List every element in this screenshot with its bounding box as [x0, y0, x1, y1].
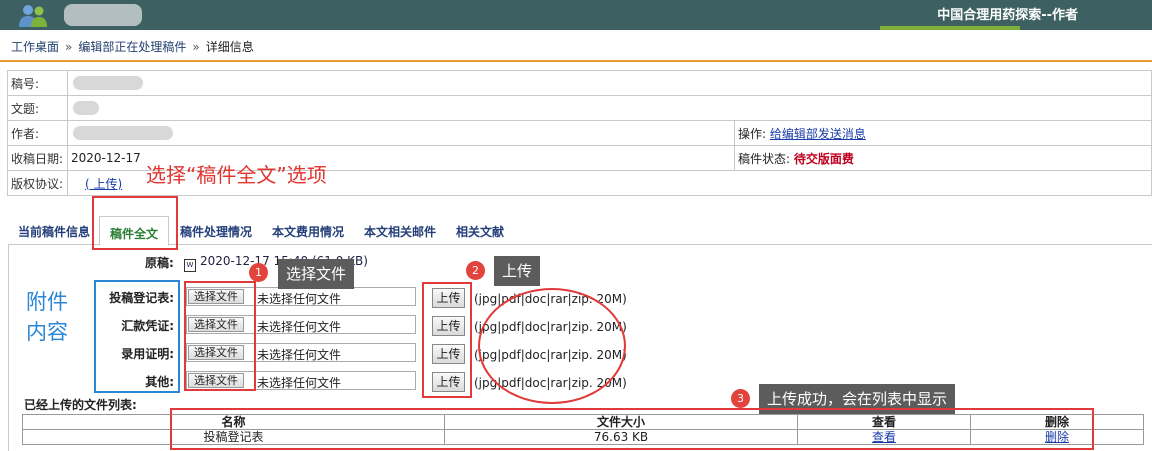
tab-fees[interactable]: 本文费用情况 — [272, 223, 344, 240]
author-value — [67, 120, 735, 146]
highlight-choose-box — [184, 281, 256, 391]
status-label: 稿件状态: — [738, 151, 791, 166]
tab-bar: 当前稿件信息 稿件全文 稿件处理情况 本文费用情况 本文相关邮件 相关文献 — [8, 212, 1152, 246]
uploaded-list-title: 已经上传的文件列表: — [24, 398, 137, 412]
no-file-text: 未选择任何文件 — [257, 348, 342, 362]
highlight-labels-box — [94, 280, 180, 393]
title-value — [67, 95, 1152, 121]
tab-current-info[interactable]: 当前稿件信息 — [18, 223, 90, 240]
breadcrumb-separator: » — [65, 40, 73, 54]
no-file-text: 未选择任何文件 — [257, 376, 342, 390]
divider — [0, 60, 1152, 62]
received-date-label: 收稿日期: — [7, 145, 68, 171]
tab-emails[interactable]: 本文相关邮件 — [364, 223, 436, 240]
document-icon: W — [184, 259, 196, 272]
step-1-badge: 1 — [249, 263, 268, 282]
step-3-badge: 3 — [731, 389, 750, 408]
annotation-attachments-line2: 内容 — [26, 320, 68, 344]
copyright-upload-link[interactable]: ( 上传) — [85, 177, 122, 191]
no-file-text: 未选择任何文件 — [257, 320, 342, 334]
copyright-label: 版权协议: — [7, 170, 68, 196]
annotation-attachments-line1: 附件 — [26, 290, 68, 314]
manuscript-no-value — [67, 70, 1152, 96]
breadcrumb-workdesk[interactable]: 工作桌面 — [11, 40, 59, 54]
top-banner: 中国合理用药探索--作者 — [0, 0, 1152, 30]
users-icon — [16, 2, 50, 28]
breadcrumb-separator: » — [192, 40, 200, 54]
system-title: 中国合理用药探索--作者 — [937, 8, 1078, 23]
highlight-tab-box — [92, 196, 178, 250]
highlight-format-ellipse — [478, 288, 626, 404]
send-message-link[interactable]: 给编辑部发送消息 — [770, 127, 866, 141]
tab-processing[interactable]: 稿件处理情况 — [180, 223, 252, 240]
annotation-select-tab: 选择“稿件全文”选项 — [146, 163, 327, 187]
breadcrumb-processing[interactable]: 编辑部正在处理稿件 — [78, 40, 186, 54]
tab-references[interactable]: 相关文献 — [456, 223, 504, 240]
status-cell: 稿件状态: 待交版面费 — [734, 145, 1152, 171]
author-label: 作者: — [7, 120, 68, 146]
step-2-callout: 上传 — [494, 256, 541, 286]
highlight-uploaded-row-box — [170, 408, 1094, 450]
user-name-blurred — [64, 4, 142, 26]
step-1-callout: 选择文件 — [278, 259, 355, 289]
status-value: 待交版面费 — [793, 151, 854, 166]
manuscript-no-label: 稿号: — [7, 70, 68, 96]
operation-cell: 操作: 给编辑部发送消息 — [734, 120, 1152, 146]
operation-label: 操作: — [738, 126, 767, 141]
no-file-text: 未选择任何文件 — [257, 292, 342, 306]
highlight-upload-box — [422, 282, 472, 398]
step-2-badge: 2 — [466, 261, 485, 280]
title-label: 文题: — [7, 95, 68, 121]
banner-accent — [880, 26, 1020, 30]
original-label: 原稿: — [145, 256, 174, 270]
breadcrumb: 工作桌面 » 编辑部正在处理稿件 » 详细信息 — [11, 38, 254, 55]
breadcrumb-current: 详细信息 — [205, 40, 254, 54]
